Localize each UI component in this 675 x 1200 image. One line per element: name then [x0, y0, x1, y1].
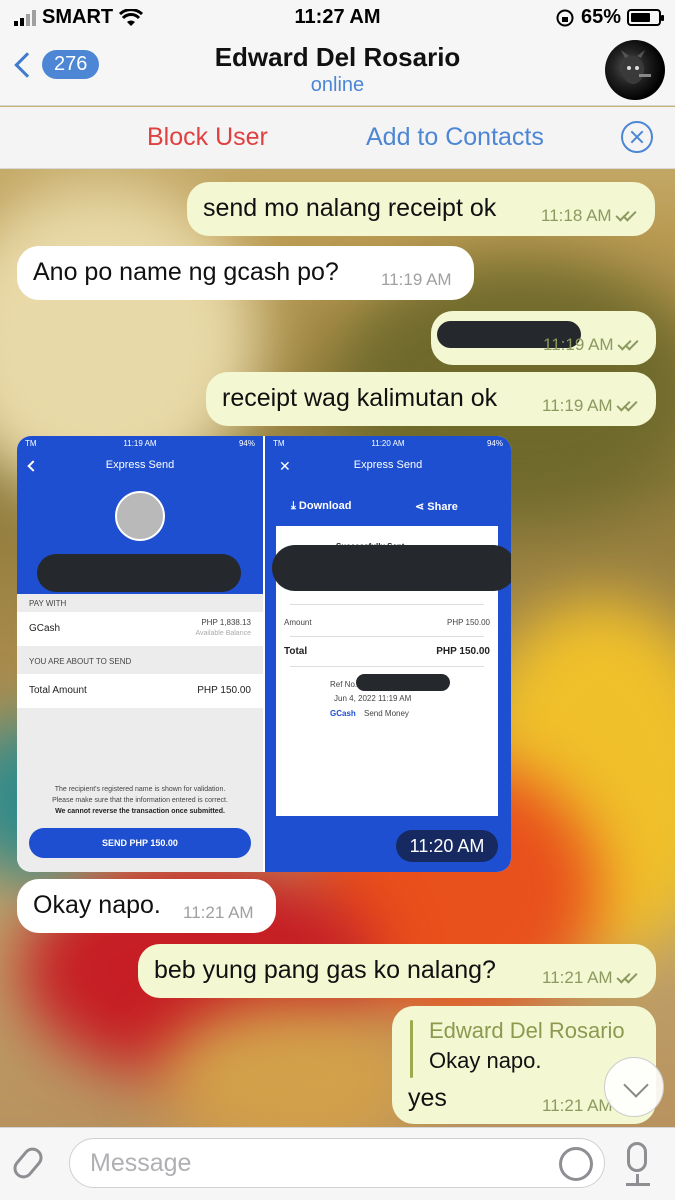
contact-name[interactable]: Edward Del Rosario [0, 42, 675, 73]
message-text: Okay napo. [33, 891, 161, 919]
message-time: 11:21 AM [542, 968, 639, 988]
rotation-lock-icon [556, 9, 574, 26]
message-outgoing[interactable]: send mo nalang receipt ok 11:18 AM [187, 182, 655, 236]
message-text: yes [408, 1084, 447, 1112]
message-time: 11:19 AM [542, 396, 639, 416]
profile-placeholder-icon [115, 491, 165, 541]
attachment-icon[interactable] [9, 1143, 47, 1183]
avatar[interactable] [605, 40, 665, 100]
message-time: 11:19 AM [381, 270, 452, 289]
download-icon: ⤓ Download [291, 500, 352, 512]
send-amount-button: SEND PHP 150.00 [29, 828, 251, 858]
message-time: 11:18 AM [541, 206, 638, 226]
message-time: 11:21 AM [542, 1096, 613, 1115]
message-text: beb yung pang gas ko nalang? [154, 956, 496, 984]
chat-header: 276 Edward Del Rosario online [0, 34, 675, 106]
redacted-block [272, 545, 511, 591]
message-input-bar: Message [0, 1127, 675, 1200]
message-text: Ano po name ng gcash po? [33, 258, 339, 286]
message-outgoing[interactable]: 11:19 AM [431, 311, 656, 365]
image-time: 11:20 AM [396, 830, 498, 862]
message-incoming[interactable]: Ano po name ng gcash po? 11:19 AM [17, 246, 474, 300]
double-check-icon [617, 973, 639, 985]
screen-title: Express Send [353, 459, 423, 471]
message-incoming[interactable]: Okay napo. 11:21 AM [17, 879, 276, 933]
image-message[interactable]: TM 11:19 AM 94% Express Send PAY WITH GC… [17, 436, 511, 872]
reply-indicator [410, 1020, 413, 1078]
screen-title: Express Send [105, 459, 175, 471]
message-outgoing[interactable]: beb yung pang gas ko nalang? 11:21 AM [138, 944, 656, 998]
redacted-block [356, 674, 450, 691]
reply-text: Okay napo. [429, 1048, 542, 1073]
battery-icon [627, 9, 664, 26]
add-to-contacts-button[interactable]: Add to Contacts [366, 123, 544, 152]
status-bar: SMART 11:27 AM 65% [0, 0, 675, 34]
gcash-receipt-screenshot: TM 11:20 AM 94% Express Send ✕ ⤓ Downloa… [265, 436, 511, 872]
battery-percent: 65% [580, 6, 621, 28]
close-icon[interactable] [621, 121, 653, 153]
microphone-icon[interactable] [627, 1142, 647, 1172]
message-input[interactable]: Message [69, 1138, 605, 1188]
block-user-button[interactable]: Block User [147, 123, 268, 152]
contact-action-bar: Block User Add to Contacts [0, 107, 675, 169]
message-time: 11:21 AM [183, 903, 254, 922]
redacted-block [37, 554, 241, 592]
message-text: send mo nalang receipt ok [203, 194, 497, 222]
share-icon: ⋖ Share [415, 501, 458, 513]
reply-author: Edward Del Rosario [429, 1018, 625, 1043]
message-time: 11:19 AM [543, 335, 640, 355]
double-check-icon [617, 401, 639, 413]
close-icon: ✕ [279, 458, 291, 474]
message-text: receipt wag kalimutan ok [222, 384, 498, 412]
gcash-express-send-screenshot: TM 11:19 AM 94% Express Send PAY WITH GC… [17, 436, 263, 872]
scroll-down-button[interactable] [604, 1057, 664, 1117]
double-check-icon [616, 211, 638, 223]
message-outgoing[interactable]: receipt wag kalimutan ok 11:19 AM [206, 372, 656, 426]
sticker-icon[interactable] [559, 1147, 593, 1181]
double-check-icon [618, 340, 640, 352]
contact-status: online [310, 74, 365, 96]
